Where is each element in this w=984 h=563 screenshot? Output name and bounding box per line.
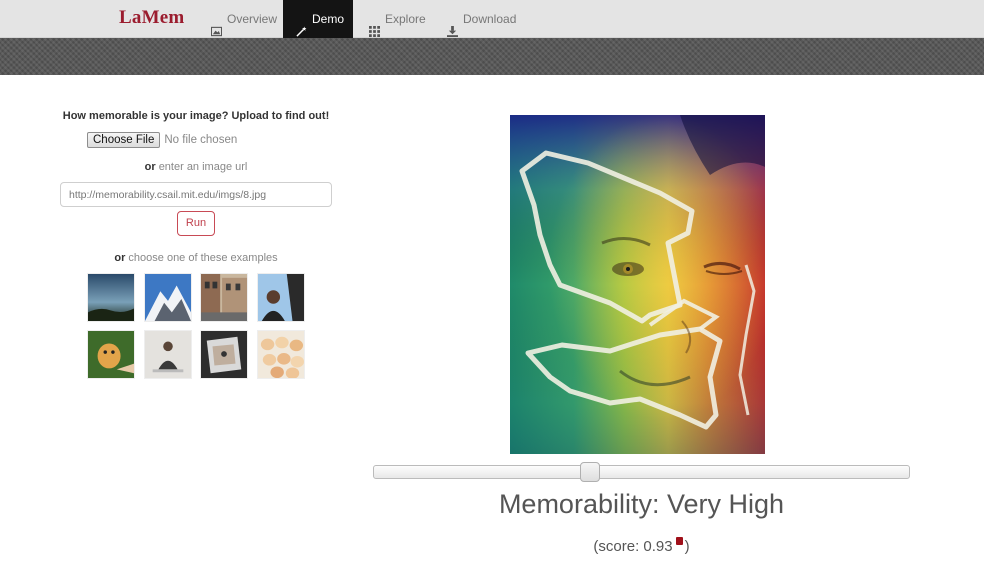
score-open: (score:	[593, 538, 640, 555]
example-thumbnail-dog[interactable]	[87, 330, 135, 379]
download-icon	[447, 14, 458, 37]
url-prompt: enter an image url	[158, 161, 248, 173]
or-label: or	[114, 252, 126, 264]
no-file-text: No file chosen	[164, 134, 238, 146]
score-close: )	[684, 538, 690, 555]
example-thumbnail-torn-face[interactable]	[200, 330, 248, 379]
memorability-prefix: Memorability:	[498, 489, 660, 519]
example-thumbnail-person-tree[interactable]	[257, 273, 305, 322]
file-upload-row: Choose File No file chosen	[87, 132, 237, 148]
navbar: LaMem Overview Demo Explore Download	[0, 0, 984, 38]
memorability-label: Memorability: Very High	[373, 489, 910, 520]
nav-label: Explore	[385, 12, 426, 26]
memorability-heatmap-image	[510, 115, 765, 454]
example-thumbnail-night-sky[interactable]	[87, 273, 135, 322]
nav-label: Overview	[227, 12, 278, 26]
example-thumbnail-eggs[interactable]	[257, 330, 305, 379]
score-line: (score: 0.93)	[373, 537, 910, 555]
nav-item-download[interactable]: Download	[434, 0, 529, 38]
example-thumbnail-mountain[interactable]	[144, 273, 192, 322]
nav-item-demo[interactable]: Demo	[283, 0, 353, 38]
nav-label: Download	[463, 12, 517, 26]
memorability-value: Very High	[667, 489, 785, 519]
slider-track[interactable]	[373, 465, 910, 479]
example-thumbnail-sitting-man[interactable]	[144, 330, 192, 379]
or-url-line: or enter an image url	[0, 161, 392, 173]
nav-item-explore[interactable]: Explore	[356, 0, 439, 38]
magic-wand-icon	[296, 14, 307, 37]
examples-prompt: choose one of these examples	[128, 252, 278, 264]
image-url-input[interactable]	[60, 182, 332, 207]
example-thumbnail-street[interactable]	[200, 273, 248, 322]
run-button[interactable]: Run	[177, 211, 215, 236]
header-banner	[0, 38, 984, 75]
slider-handle[interactable]	[580, 462, 600, 482]
or-label: or	[144, 161, 156, 173]
upload-title: How memorable is your image? Upload to f…	[62, 110, 330, 122]
choose-file-button[interactable]: Choose File	[87, 132, 161, 148]
image-icon	[210, 14, 223, 36]
or-examples-line: or choose one of these examples	[0, 252, 392, 264]
brand-logo[interactable]: LaMem	[119, 7, 184, 29]
info-badge-icon[interactable]	[675, 537, 683, 545]
grid-icon	[369, 14, 380, 37]
nav-label: Demo	[312, 12, 345, 26]
nav-item-overview[interactable]: Overview	[198, 0, 290, 38]
score-value: 0.93	[643, 538, 673, 555]
memorability-slider[interactable]	[373, 462, 910, 482]
